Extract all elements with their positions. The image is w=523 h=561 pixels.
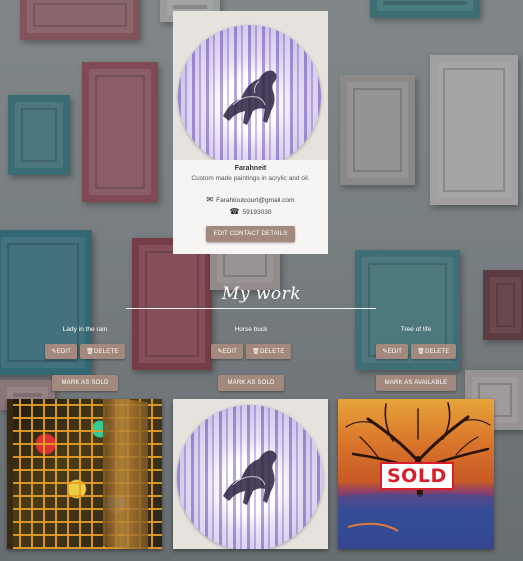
sold-badge: SOLD	[380, 462, 454, 490]
section-title: My work	[221, 284, 302, 304]
profile-tagline: Custom made paintings in acrylic and oil…	[191, 175, 310, 182]
trash-icon: 🗑	[417, 349, 425, 355]
envelope-icon: ✉	[206, 195, 214, 204]
horse-icon	[223, 70, 277, 125]
delete-button[interactable]: 🗑DELETE	[80, 344, 125, 359]
profile-card: Farahneit Custom made paintings in acryl…	[173, 11, 328, 254]
artwork-column: Tree of life ✎EDIT 🗑DELETE MARK AS AVAIL…	[351, 324, 481, 391]
mark-available-button[interactable]: MARK AS AVAILABLE	[375, 375, 457, 391]
artwork-column: Lady in the rain ✎EDIT 🗑DELETE MARK AS S…	[20, 324, 150, 391]
edit-button[interactable]: ✎EDIT	[376, 344, 409, 359]
contact-info: ✉ Farahtoutcourt@gmail.com ☎ 59193030	[173, 194, 328, 218]
trash-icon: 🗑	[252, 349, 260, 355]
delete-button[interactable]: 🗑DELETE	[411, 344, 456, 359]
title-divider	[126, 308, 376, 309]
artwork-image-lady-in-the-rain[interactable]	[7, 399, 162, 549]
mark-sold-button[interactable]: MARK AS SOLD	[52, 375, 118, 391]
artwork-title: Lady in the rain	[62, 326, 108, 333]
email-text[interactable]: Farahtoutcourt@gmail.com	[216, 197, 295, 204]
horse-icon	[223, 450, 277, 505]
artwork-image-tree-of-life[interactable]: SOLD	[338, 399, 494, 549]
profile-picture	[173, 11, 328, 160]
mark-sold-button[interactable]: MARK AS SOLD	[218, 375, 284, 391]
edit-button[interactable]: ✎EDIT	[211, 344, 244, 359]
phone-text: 59193030	[242, 209, 272, 216]
artwork-title: Horse buck	[234, 326, 268, 333]
edit-contact-button[interactable]: EDIT CONTACT DETAILS	[205, 226, 296, 242]
delete-button[interactable]: 🗑DELETE	[246, 344, 291, 359]
edit-button[interactable]: ✎EDIT	[45, 344, 78, 359]
trash-icon: 🗑	[86, 349, 94, 355]
artwork-title: Tree of life	[400, 326, 432, 333]
door-shape	[103, 399, 148, 549]
phone-row: ☎ 59193030	[173, 206, 328, 218]
email-row: ✉ Farahtoutcourt@gmail.com	[173, 194, 328, 206]
artwork-column: Horse buck ✎EDIT 🗑DELETE MARK AS SOLD	[186, 324, 316, 391]
phone-icon: ☎	[229, 207, 240, 216]
profile-name: Farahneit	[234, 165, 267, 172]
artwork-image-horse-buck[interactable]	[173, 399, 328, 549]
